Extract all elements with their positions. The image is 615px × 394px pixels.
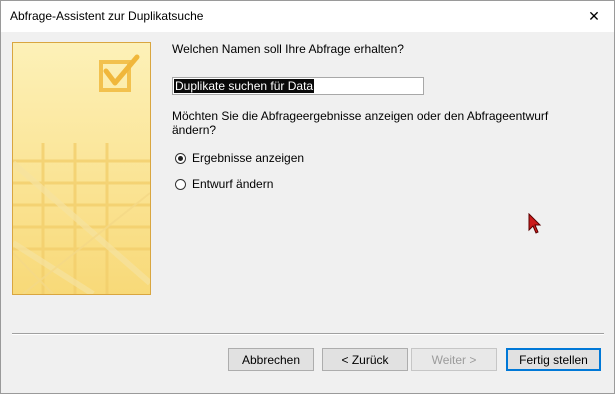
cancel-button[interactable]: Abbrechen <box>228 348 314 371</box>
next-button[interactable]: Weiter > <box>411 348 497 371</box>
banner-graphic <box>13 43 150 294</box>
option-show-results[interactable]: Ergebnisse anzeigen <box>175 151 304 165</box>
finish-button[interactable]: Fertig stellen <box>506 348 601 371</box>
option-edit-design-label: Entwurf ändern <box>192 177 274 191</box>
name-question-label: Welchen Namen soll Ihre Abfrage erhalten… <box>172 42 404 56</box>
wizard-banner-image <box>12 42 151 295</box>
query-name-value: Duplikate suchen für Data <box>174 79 315 93</box>
view-question-label: Möchten Sie die Abfrageergebnisse anzeig… <box>172 109 549 137</box>
query-name-input[interactable]: Duplikate suchen für Data <box>172 77 424 95</box>
radio-edit-design[interactable] <box>175 178 186 190</box>
radio-show-results[interactable] <box>175 152 186 164</box>
option-edit-design[interactable]: Entwurf ändern <box>175 177 273 191</box>
title-bar[interactable]: Abfrage-Assistent zur Duplikatsuche ✕ <box>1 1 614 32</box>
option-show-results-label: Ergebnisse anzeigen <box>192 151 305 165</box>
close-button[interactable]: ✕ <box>574 1 614 32</box>
window-title: Abfrage-Assistent zur Duplikatsuche <box>10 9 204 23</box>
wizard-dialog: Abfrage-Assistent zur Duplikatsuche ✕ We… <box>0 0 615 394</box>
mouse-cursor-icon <box>528 213 542 234</box>
back-button[interactable]: < Zurück <box>322 348 408 371</box>
button-separator <box>12 333 604 335</box>
